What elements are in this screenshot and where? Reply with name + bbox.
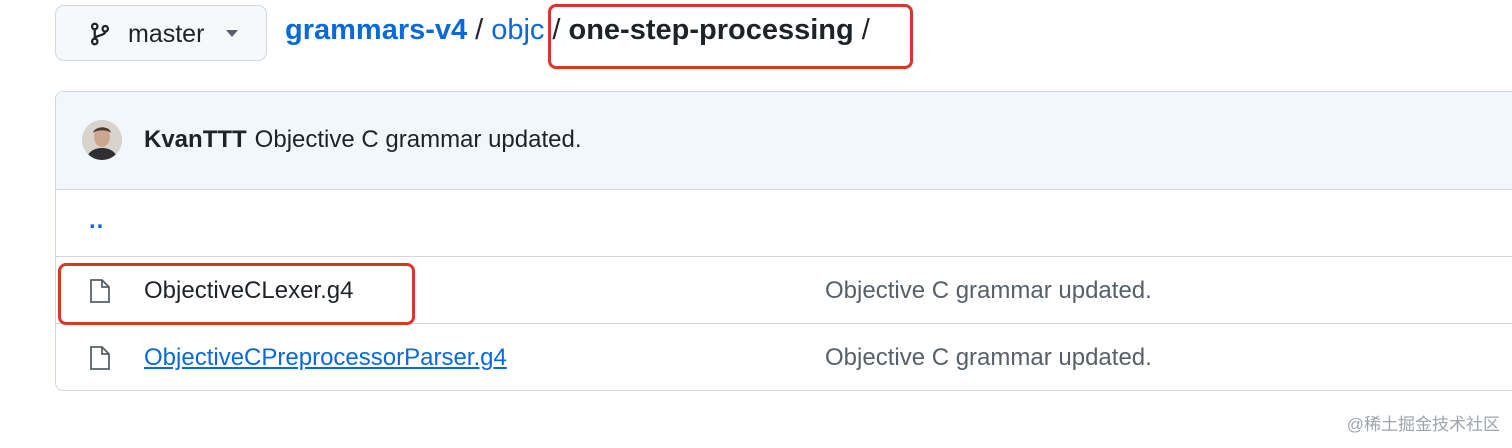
breadcrumb-separator: / bbox=[475, 14, 484, 46]
branch-name: master bbox=[128, 20, 205, 48]
commit-author[interactable]: KvanTTT bbox=[144, 126, 247, 153]
commit-summary: KvanTTT Objective C grammar updated. bbox=[144, 126, 581, 154]
table-row[interactable]: ObjectiveCPreprocessorParser.g4 Objectiv… bbox=[56, 324, 1512, 390]
commit-message[interactable]: Objective C grammar updated. bbox=[255, 126, 582, 153]
file-commit-message[interactable]: Objective C grammar updated. bbox=[825, 344, 1152, 372]
chevron-down-icon bbox=[226, 30, 238, 37]
watermark: @稀土掘金技术社区 bbox=[1346, 415, 1500, 434]
parent-directory-link[interactable]: .. bbox=[89, 207, 104, 235]
parent-directory-row[interactable]: .. bbox=[56, 189, 1512, 257]
breadcrumb-trailing-separator: / bbox=[861, 14, 870, 46]
avatar[interactable] bbox=[82, 120, 122, 160]
file-icon bbox=[90, 346, 110, 370]
file-commit-message[interactable]: Objective C grammar updated. bbox=[825, 277, 1152, 305]
file-browser-panel: KvanTTT Objective C grammar updated. .. O… bbox=[55, 91, 1512, 391]
file-icon bbox=[90, 279, 110, 303]
branch-select-button[interactable]: master bbox=[55, 5, 267, 61]
avatar-image bbox=[82, 120, 122, 160]
breadcrumb-current-dir: one-step-processing bbox=[568, 14, 854, 46]
file-name-link[interactable]: ObjectiveCPreprocessorParser.g4 bbox=[144, 344, 507, 372]
file-name-link[interactable]: ObjectiveCLexer.g4 bbox=[144, 277, 353, 305]
breadcrumb-separator: / bbox=[552, 14, 561, 46]
breadcrumb: grammars-v4 / objc / one-step-processing… bbox=[285, 14, 870, 54]
git-branch-icon bbox=[90, 22, 110, 46]
breadcrumb-dir-link[interactable]: objc bbox=[491, 14, 544, 47]
table-row[interactable]: ObjectiveCLexer.g4 Objective C grammar u… bbox=[56, 257, 1512, 324]
latest-commit-bar: KvanTTT Objective C grammar updated. bbox=[56, 92, 1512, 190]
breadcrumb-repo-link[interactable]: grammars-v4 bbox=[285, 14, 467, 47]
